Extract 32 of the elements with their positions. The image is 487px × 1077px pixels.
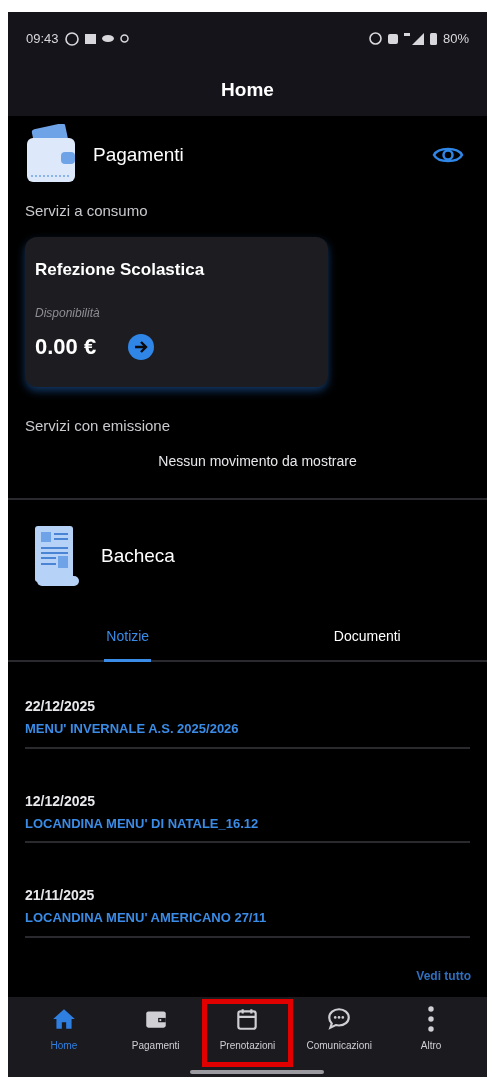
empty-message: Nessun movimento da mostrare [157,452,358,471]
status-time: 09:43 [26,29,59,48]
more-icon [428,1006,435,1032]
arrow-right-icon[interactable] [128,333,155,360]
subsection-label: Servizi a consumo [25,201,149,221]
tab[interactable]: Notizie [8,626,248,660]
nav-tab[interactable]: Prenotazioni [201,999,294,1067]
news-title-link[interactable]: LOCANDINA MENU' DI NATALE_16.12 [25,813,470,833]
subsection-label: Servizi con emissione [25,415,172,436]
chat-icon [326,1006,353,1032]
nav-tab[interactable]: Comunicazioni [293,999,386,1067]
balance-amount: 0.00 € [35,333,97,361]
see-all-link[interactable]: Vedi tutto [416,969,471,982]
battery-icon [429,32,437,45]
card-caption: Disponibilità [35,305,101,322]
news-title-link[interactable]: MENU' INVERNALE A.S. 2025/2026 [25,719,470,739]
screen-title: Home [221,78,274,103]
nav-tab[interactable]: Pagamenti [109,999,202,1067]
section-title: Pagamenti [93,142,185,167]
nav-tab[interactable]: Altro [385,999,477,1067]
signal-icon [403,32,424,45]
news-date: 22/12/2025 [25,697,97,716]
news-title-link[interactable]: LOCANDINA MENU' AMERICANO 27/11 [25,908,470,928]
service-card[interactable]: Refezione Scolastica Disponibilità 0.00 € [25,236,328,387]
bulletin-icon [33,524,81,588]
news-date: 21/11/2025 [25,886,96,905]
card-title: Refezione Scolastica [35,258,206,281]
battery-level: 80% [442,29,469,48]
nav-tab[interactable]: Home [18,999,110,1067]
tab[interactable]: Documenti [247,626,487,660]
section-title: Bacheca [101,543,175,568]
news-date: 12/12/2025 [25,791,97,811]
